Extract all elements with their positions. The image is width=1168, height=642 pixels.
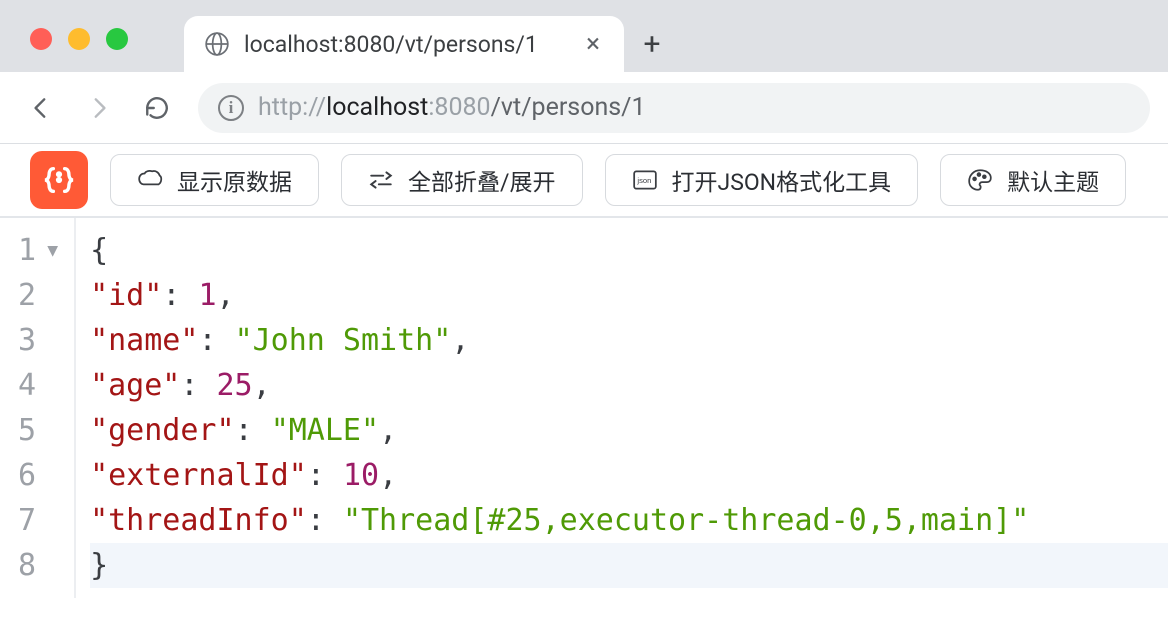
svg-text:json: json <box>636 176 651 185</box>
json-extension-icon[interactable] <box>30 151 88 209</box>
new-tab-button[interactable]: + <box>624 16 680 72</box>
code-line: "id": 1, <box>90 273 1168 318</box>
site-info-icon[interactable]: i <box>218 95 244 121</box>
code-line: "threadInfo": "Thread[#25,executor-threa… <box>90 498 1168 543</box>
close-window-button[interactable] <box>30 28 52 50</box>
back-button[interactable] <box>18 85 64 131</box>
line-number: 2 <box>18 273 58 318</box>
json-viewer: 1▼ 2 3 4 5 6 7 8 { "id": 1, "name": "Joh… <box>0 218 1168 598</box>
forward-button[interactable] <box>76 85 122 131</box>
extension-toolbar: 显示原数据 全部折叠/展开 json 打开JSON格式化工具 默认主题 <box>0 144 1168 218</box>
line-number: 5 <box>18 408 58 453</box>
titlebar: localhost:8080/vt/persons/1 × + <box>0 0 1168 72</box>
maximize-window-button[interactable] <box>106 28 128 50</box>
tabstrip: localhost:8080/vt/persons/1 × + <box>184 0 680 72</box>
line-number: 8 <box>18 543 58 588</box>
code-line: "age": 25, <box>90 363 1168 408</box>
close-tab-button[interactable]: × <box>580 31 606 57</box>
browser-tab[interactable]: localhost:8080/vt/persons/1 × <box>184 16 624 72</box>
theme-button[interactable]: 默认主题 <box>940 154 1126 206</box>
code-line: "externalId": 10, <box>90 453 1168 498</box>
globe-icon <box>204 31 230 57</box>
reload-button[interactable] <box>134 85 180 131</box>
nav-toolbar: i http://localhost:8080/vt/persons/1 <box>0 72 1168 144</box>
show-raw-button[interactable]: 显示原数据 <box>110 154 319 206</box>
url-protocol: http:// <box>258 93 326 122</box>
code-line: } <box>90 543 1168 588</box>
address-bar[interactable]: i http://localhost:8080/vt/persons/1 <box>198 83 1150 133</box>
line-number: 1▼ <box>18 228 58 273</box>
code-line: { <box>90 228 1168 273</box>
fold-all-button[interactable]: 全部折叠/展开 <box>341 154 583 206</box>
open-formatter-button[interactable]: json 打开JSON格式化工具 <box>605 154 919 206</box>
address-url: http://localhost:8080/vt/persons/1 <box>258 93 646 122</box>
theme-label: 默认主题 <box>1007 163 1099 197</box>
minimize-window-button[interactable] <box>68 28 90 50</box>
url-host: localhost <box>326 93 428 122</box>
code-line: "name": "John Smith", <box>90 318 1168 363</box>
line-gutter: 1▼ 2 3 4 5 6 7 8 <box>0 218 76 598</box>
line-number: 6 <box>18 453 58 498</box>
fold-toggle-icon[interactable]: ▼ <box>44 237 58 264</box>
url-path: /vt/persons/1 <box>491 93 646 122</box>
line-number: 7 <box>18 498 58 543</box>
line-number: 3 <box>18 318 58 363</box>
tab-title: localhost:8080/vt/persons/1 <box>244 31 566 58</box>
fold-all-label: 全部折叠/展开 <box>408 163 556 197</box>
line-number: 4 <box>18 363 58 408</box>
code-area[interactable]: { "id": 1, "name": "John Smith", "age": … <box>76 218 1168 598</box>
url-port: :8080 <box>428 93 490 122</box>
code-line: "gender": "MALE", <box>90 408 1168 453</box>
window-controls <box>30 28 128 50</box>
open-formatter-label: 打开JSON格式化工具 <box>672 163 892 197</box>
show-raw-label: 显示原数据 <box>177 163 292 197</box>
